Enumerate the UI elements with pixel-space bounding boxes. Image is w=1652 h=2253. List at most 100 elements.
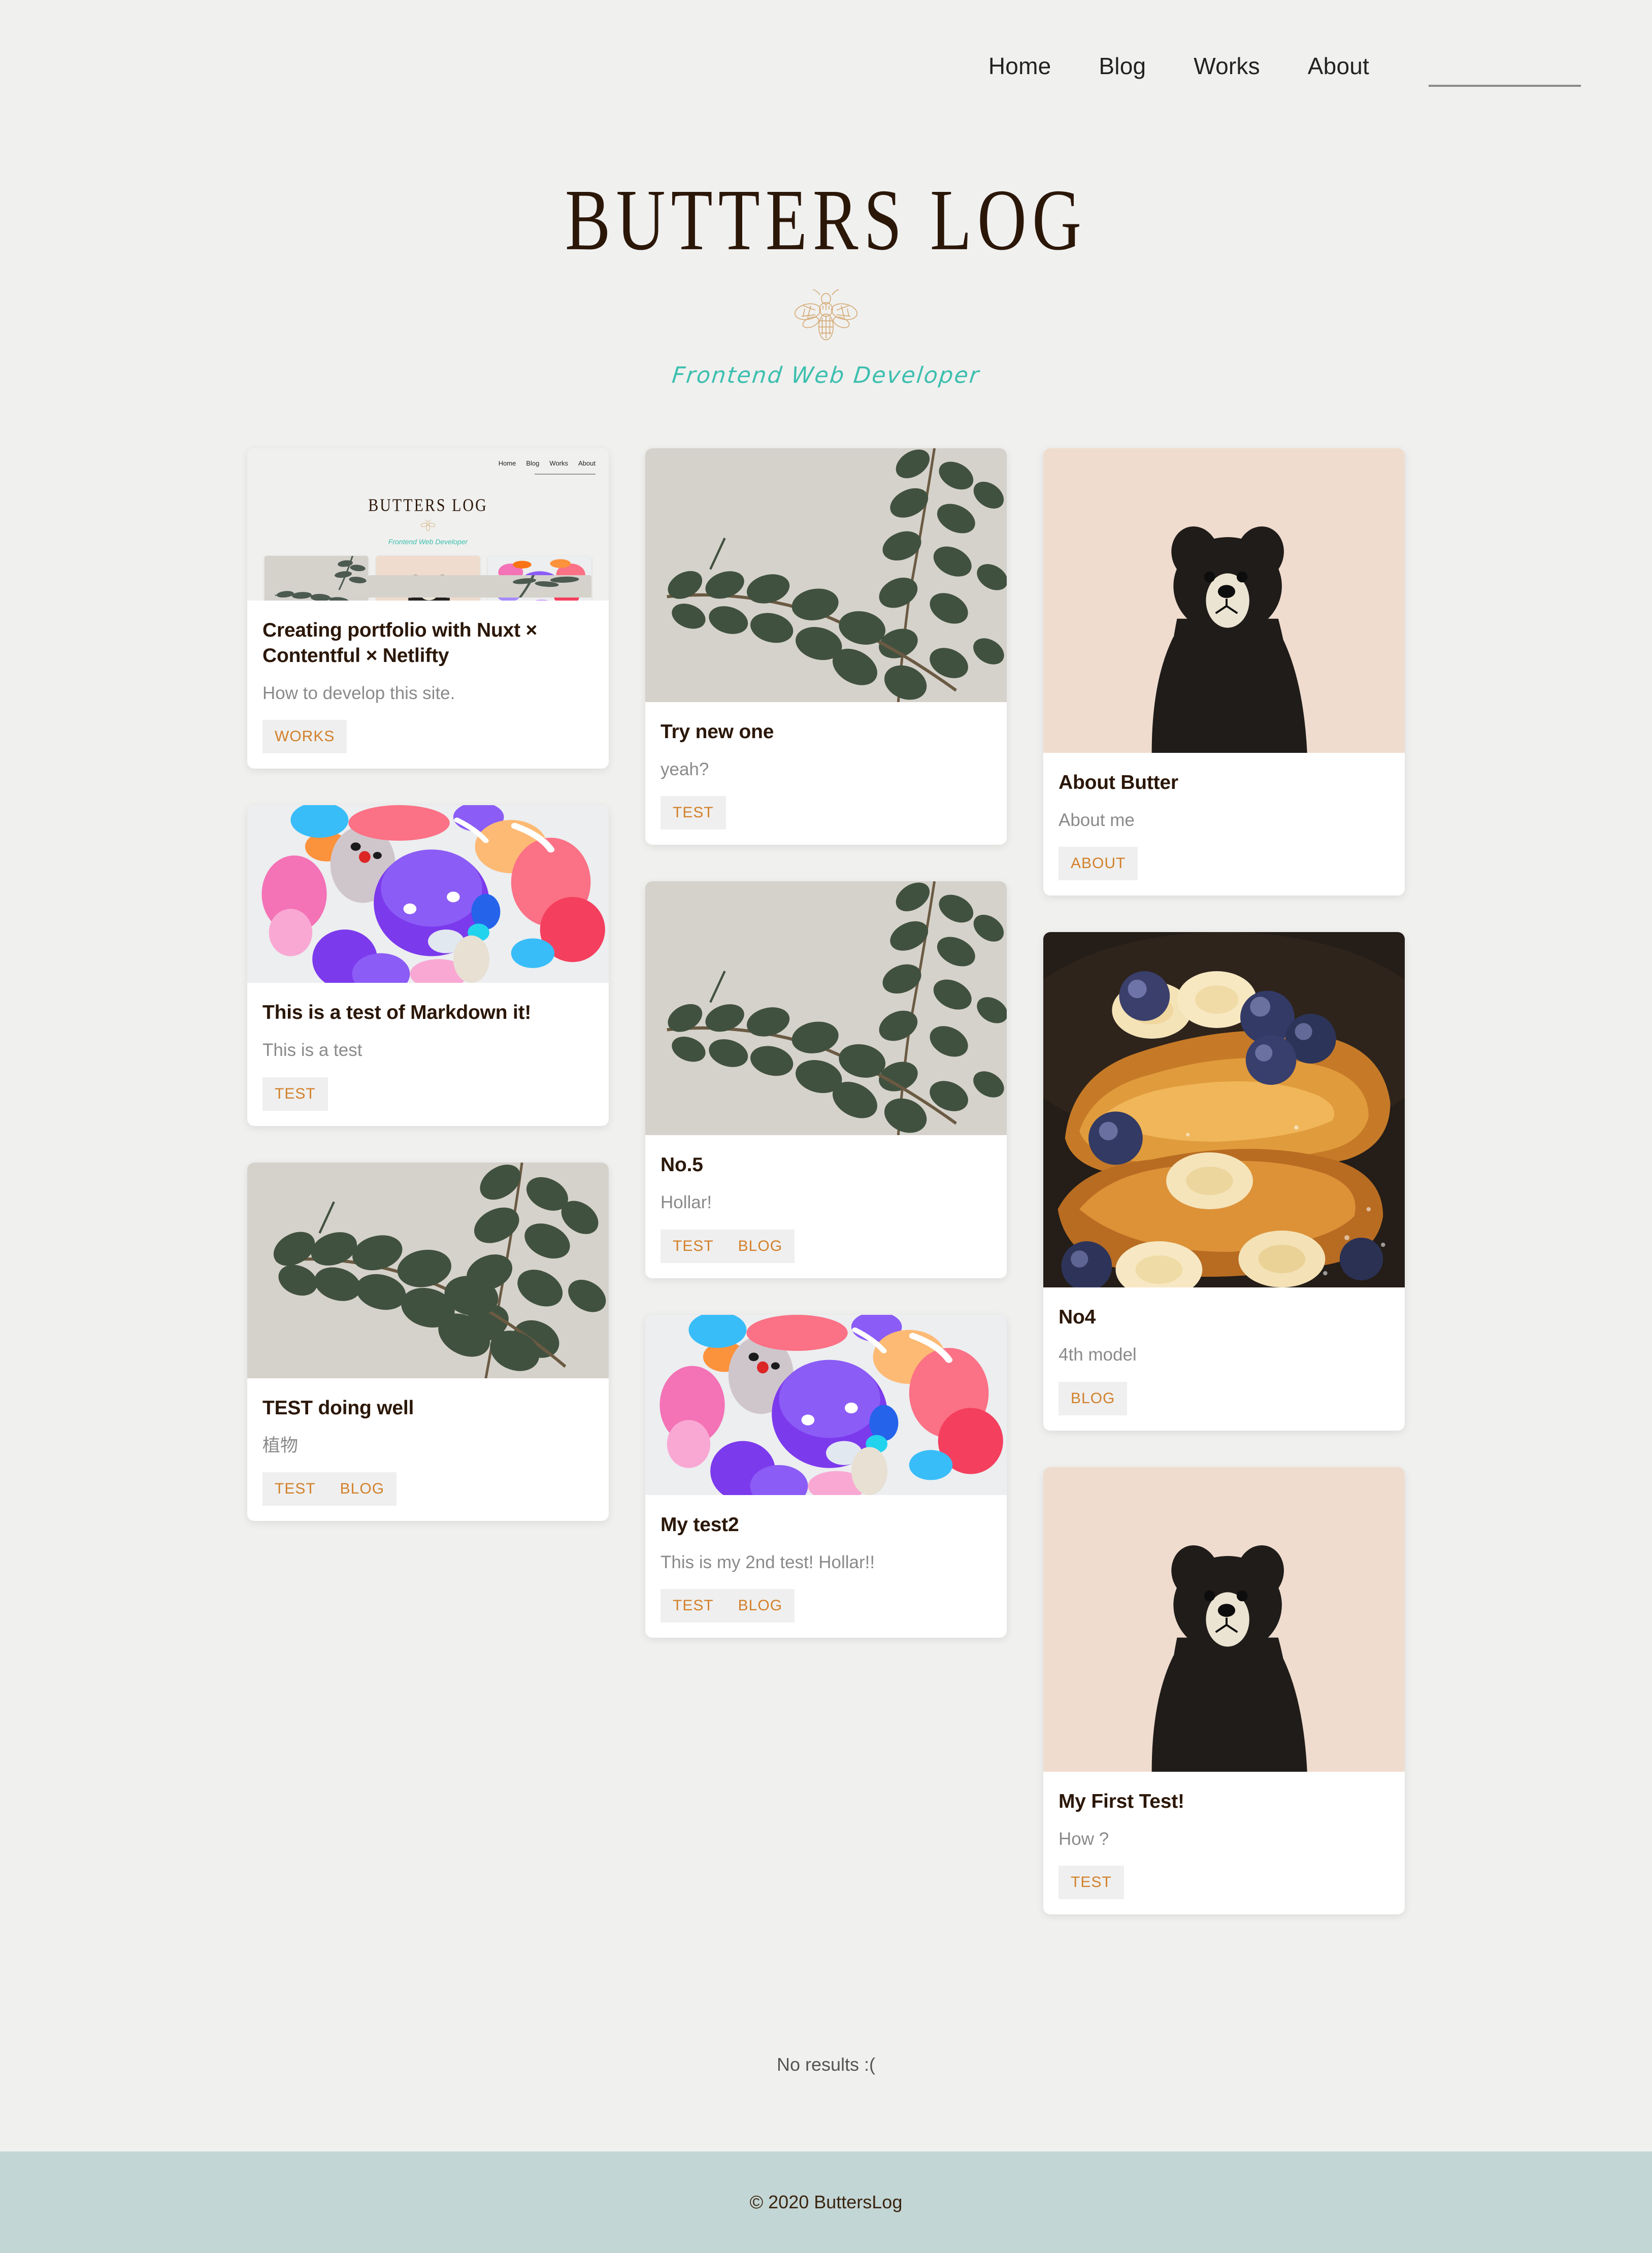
post-grid: Home Blog Works About BUTTERS LOG Fronte… (0, 388, 1652, 1951)
mini-partial-card (368, 575, 591, 598)
mini-search-underline (535, 474, 596, 475)
nav-link-works[interactable]: Works (1170, 52, 1284, 80)
card-thumbnail-french-toast (1043, 932, 1405, 1288)
post-card[interactable]: My test2 This is my 2nd test! Hollar!! T… (645, 1314, 1007, 1638)
page-title: BUTTERS LOG (565, 171, 1087, 269)
search-input[interactable] (1429, 60, 1581, 87)
card-tag-list: TEST (262, 1077, 328, 1111)
bear-art (1043, 448, 1405, 753)
card-description: 植物 (262, 1435, 299, 1455)
card-body: No4 4th model BLOG (1043, 1287, 1405, 1430)
tag-test[interactable]: TEST (660, 1589, 726, 1622)
mini-bee-icon (421, 519, 435, 532)
post-card[interactable]: My First Test! How ? TEST (1043, 1467, 1405, 1915)
nav-link-blog[interactable]: Blog (1075, 52, 1170, 80)
card-tag-list: TEST (1059, 1866, 1124, 1900)
tag-test[interactable]: TEST (660, 796, 726, 830)
nav-link-home[interactable]: Home (965, 52, 1075, 80)
card-tag-list: TEST BLOG (660, 1229, 795, 1263)
card-body: Try new one yeah? TEST (645, 702, 1007, 845)
card-body: My test2 This is my 2nd test! Hollar!! T… (645, 1495, 1007, 1638)
grid-column-3: About Butter About me ABOUT No4 4th mode… (1025, 448, 1423, 1951)
hero-tagline: Frontend Web Developer (671, 362, 981, 388)
post-card[interactable]: No.5 Hollar! TEST BLOG (645, 881, 1007, 1278)
mini-site-tagline: Frontend Web Developer (388, 538, 468, 546)
card-title: Try new one (660, 721, 774, 743)
bee-icon (795, 289, 857, 341)
site-screenshot-art: Home Blog Works About BUTTERS LOG Fronte… (247, 448, 609, 601)
card-thumbnail-blobs (645, 1314, 1007, 1495)
french-toast-art (1043, 932, 1405, 1288)
card-thumbnail-eucalyptus (247, 1162, 609, 1378)
card-tag-list: BLOG (1059, 1381, 1128, 1415)
tag-test[interactable]: TEST (1059, 1866, 1124, 1899)
eucalyptus-art (645, 448, 1007, 702)
tag-about[interactable]: ABOUT (1059, 847, 1138, 880)
post-card[interactable]: Try new one yeah? TEST (645, 448, 1007, 845)
card-description: Hollar! (660, 1192, 712, 1213)
card-title: My test2 (660, 1513, 739, 1536)
grid-column-1: Home Blog Works About BUTTERS LOG Fronte… (229, 448, 627, 1558)
card-body: My First Test! How ? TEST (1043, 1772, 1405, 1914)
tag-test[interactable]: TEST (262, 1077, 328, 1111)
tag-works[interactable]: WORKS (262, 720, 347, 753)
card-title: TEST doing well (262, 1397, 414, 1419)
post-card[interactable]: TEST doing well 植物 TEST BLOG (247, 1162, 609, 1521)
tag-test[interactable]: TEST (262, 1472, 328, 1506)
card-tag-list: WORKS (262, 720, 347, 754)
blobs-art (645, 1314, 1007, 1495)
card-thumbnail-site-screenshot: Home Blog Works About BUTTERS LOG Fronte… (247, 448, 609, 601)
card-thumbnail-bear (1043, 1467, 1405, 1772)
eucalyptus-art (645, 881, 1007, 1136)
tag-blog[interactable]: BLOG (1059, 1382, 1127, 1415)
card-tag-list: TEST BLOG (262, 1472, 397, 1506)
post-card[interactable]: This is a test of Markdown it! This is a… (247, 805, 609, 1126)
mini-nav-works: Works (549, 459, 569, 467)
mini-eucalyptus-art (265, 556, 368, 601)
card-description: yeah? (660, 759, 709, 779)
bear-art (1043, 1467, 1405, 1772)
card-body: About Butter About me ABOUT (1043, 753, 1405, 896)
mini-card: Try new one yeah? TEST (265, 556, 368, 601)
tag-blog[interactable]: BLOG (726, 1589, 795, 1622)
search-wrapper (1429, 45, 1581, 87)
footer-copyright: © 2020 ButtersLog (749, 2192, 903, 2212)
mini-nav-blog: Blog (526, 459, 540, 467)
card-title: About Butter (1059, 772, 1178, 793)
card-tag-list: TEST BLOG (660, 1589, 795, 1623)
grid-column-2: Try new one yeah? TEST No.5 Hollar! TEST… (627, 448, 1025, 1674)
card-thumbnail-eucalyptus (645, 448, 1007, 702)
card-thumbnail-blobs (247, 805, 609, 983)
card-description: 4th model (1059, 1345, 1137, 1365)
card-title: My First Test! (1059, 1790, 1184, 1812)
nav-link-about[interactable]: About (1284, 52, 1393, 80)
nav-links: Home Blog Works About (965, 52, 1393, 80)
card-thumbnail-eucalyptus (645, 881, 1007, 1136)
main-navigation: Home Blog Works About (0, 0, 1652, 132)
card-description: This is a test (262, 1040, 362, 1061)
post-card[interactable]: About Butter About me ABOUT (1043, 448, 1405, 896)
page-root: Home Blog Works About BUTTERS LOG Fronte… (0, 0, 1652, 2253)
card-tag-list: ABOUT (1059, 847, 1138, 881)
card-title: Creating portfolio with Nuxt × Contentfu… (262, 619, 538, 667)
card-title: This is a test of Markdown it! (262, 1002, 532, 1024)
blobs-art (247, 805, 609, 983)
tag-blog[interactable]: BLOG (328, 1472, 397, 1506)
tag-test[interactable]: TEST (660, 1230, 726, 1263)
card-description: How ? (1059, 1829, 1109, 1849)
no-results-message: No results :( (776, 2054, 876, 2075)
card-body: No.5 Hollar! TEST BLOG (645, 1135, 1007, 1278)
mini-nav-home: Home (498, 459, 516, 467)
card-tag-list: TEST (660, 796, 726, 830)
card-title: No4 (1059, 1306, 1096, 1329)
tag-blog[interactable]: BLOG (726, 1230, 795, 1263)
site-footer: © 2020 ButtersLog (0, 2151, 1652, 2253)
site-header: BUTTERS LOG Frontend Web Developer (0, 132, 1652, 388)
card-thumbnail-bear (1043, 448, 1405, 753)
post-card[interactable]: Home Blog Works About BUTTERS LOG Fronte… (247, 448, 609, 769)
post-card[interactable]: No4 4th model BLOG (1043, 932, 1405, 1431)
card-body: This is a test of Markdown it! This is a… (247, 983, 609, 1125)
mini-site-title: BUTTERS LOG (368, 495, 488, 515)
card-body: TEST doing well 植物 TEST BLOG (247, 1378, 609, 1521)
card-description: How to develop this site. (262, 683, 455, 703)
